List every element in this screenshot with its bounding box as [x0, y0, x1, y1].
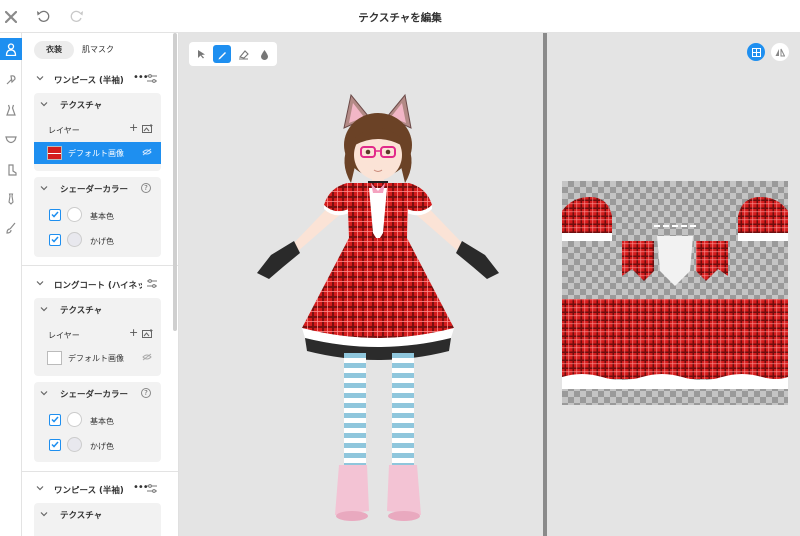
chevron-down-icon[interactable] — [40, 100, 48, 108]
section-title: ロングコート (ハイネック) — [54, 281, 142, 291]
character-model — [257, 93, 499, 521]
dress-icon — [6, 104, 16, 116]
window-title: テクスチャを編集 — [358, 12, 442, 24]
texture-card: テクスチャ — [34, 503, 161, 536]
more-options-icon[interactable]: ••• — [133, 72, 149, 83]
texture-card: テクスチャ レイヤー + デフォルト画像 — [34, 93, 161, 171]
adjust-icon[interactable] — [147, 74, 157, 83]
section-header-onepiece[interactable]: ワンピース (半袖) ••• — [22, 69, 179, 89]
card-title: テクスチャ — [60, 306, 103, 316]
top-bar: テクスチャを編集 — [0, 0, 800, 33]
chevron-down-icon[interactable] — [40, 389, 48, 397]
body-icon — [5, 42, 17, 56]
grid-view-icon — [751, 47, 761, 57]
panel-scrollbar[interactable] — [173, 33, 177, 331]
grid-view-button[interactable] — [747, 43, 765, 61]
model-viewport[interactable] — [179, 33, 543, 536]
layer-thumbnail — [47, 351, 62, 365]
texture-card: テクスチャ レイヤー + デフォルト画像 — [34, 298, 161, 376]
section-title: ワンピース (半袖) — [54, 76, 124, 86]
texture-map — [562, 181, 788, 405]
shade-color-checkbox[interactable] — [49, 439, 61, 451]
chevron-down-icon — [36, 486, 44, 491]
card-title: テクスチャ — [60, 511, 103, 521]
layer-label: レイヤー — [48, 331, 80, 340]
rail-underwear-button[interactable] — [0, 129, 22, 151]
card-title: シェーダーカラー — [60, 390, 129, 400]
base-color-label: 基本色 — [90, 417, 114, 426]
tab-costume[interactable]: 衣装 — [34, 41, 74, 59]
base-color-label: 基本色 — [90, 212, 114, 221]
layer-thumbnail — [47, 146, 62, 160]
rail-body-button[interactable] — [0, 38, 22, 60]
shader-color-card: シェーダーカラー ? 基本色 かげ色 — [34, 177, 161, 257]
shade-color-checkbox[interactable] — [49, 234, 61, 246]
rail-hair-button[interactable] — [0, 69, 22, 91]
mirror-icon — [775, 48, 785, 56]
shade-color-label: かげ色 — [90, 442, 114, 451]
shader-color-card: シェーダーカラー ? 基本色 かげ色 — [34, 382, 161, 462]
adjust-icon[interactable] — [147, 279, 157, 288]
rail-socks-button[interactable] — [0, 159, 22, 181]
tab-skin-mask[interactable]: 肌マスク — [78, 41, 118, 59]
base-color-swatch[interactable] — [67, 412, 82, 427]
hair-brush-icon — [6, 75, 16, 85]
layer-name: デフォルト画像 — [68, 354, 124, 363]
card-title: テクスチャ — [60, 101, 103, 111]
layer-label: レイヤー — [48, 126, 80, 135]
chevron-down-icon[interactable] — [40, 305, 48, 313]
section-header-longcoat[interactable]: ロングコート (ハイネック) — [22, 274, 179, 294]
rail-dress-button[interactable] — [0, 99, 22, 121]
section-divider — [22, 471, 179, 472]
visibility-off-icon[interactable] — [142, 353, 152, 361]
shade-color-swatch[interactable] — [67, 232, 82, 247]
texture-view[interactable] — [547, 33, 800, 536]
sock-icon — [8, 164, 17, 176]
brush-icon — [6, 222, 16, 234]
help-icon[interactable]: ? — [141, 388, 151, 398]
mirror-button[interactable] — [771, 43, 789, 61]
chevron-down-icon[interactable] — [40, 184, 48, 192]
layer-row[interactable]: デフォルト画像 — [34, 142, 161, 164]
card-title: シェーダーカラー — [60, 185, 129, 195]
base-color-checkbox[interactable] — [49, 209, 61, 221]
category-rail — [0, 33, 22, 536]
shade-color-label: かげ色 — [90, 237, 114, 246]
section-title: ワンピース (半袖) — [54, 486, 124, 496]
layer-row[interactable]: デフォルト画像 — [34, 347, 161, 369]
underwear-icon — [5, 136, 17, 144]
chevron-down-icon — [36, 281, 44, 286]
chevron-down-icon — [36, 76, 44, 81]
tie-icon — [8, 193, 14, 205]
texture-layer-panel: 衣装 肌マスク ワンピース (半袖) ••• テクスチャ レイヤー + デフォル… — [22, 33, 179, 536]
base-color-checkbox[interactable] — [49, 414, 61, 426]
rail-paint-button[interactable] — [0, 217, 22, 239]
help-icon[interactable]: ? — [141, 183, 151, 193]
layer-name: デフォルト画像 — [68, 149, 124, 158]
add-layer-icon[interactable]: + — [129, 121, 138, 134]
base-color-swatch[interactable] — [67, 207, 82, 222]
visibility-off-icon[interactable] — [142, 148, 152, 156]
adjust-icon[interactable] — [147, 484, 157, 493]
section-header-onepiece-2[interactable]: ワンピース (半袖) ••• — [22, 479, 179, 499]
chevron-down-icon[interactable] — [40, 510, 48, 518]
add-layer-icon[interactable]: + — [129, 326, 138, 339]
section-divider — [22, 265, 179, 266]
add-image-icon[interactable] — [142, 124, 153, 133]
more-options-icon[interactable]: ••• — [133, 482, 149, 493]
add-image-icon[interactable] — [142, 329, 153, 338]
rail-accessory-button[interactable] — [0, 188, 22, 210]
shade-color-swatch[interactable] — [67, 437, 82, 452]
